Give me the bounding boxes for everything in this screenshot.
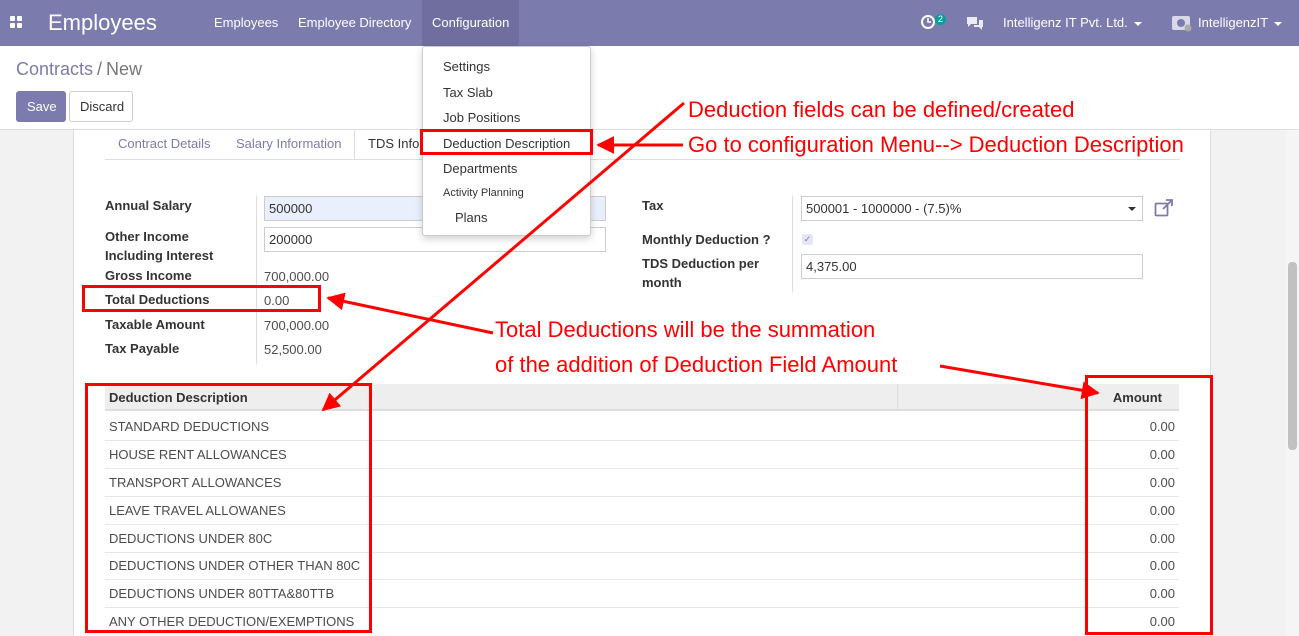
annotation-text-summation: Total Deductions will be the summation bbox=[495, 317, 876, 342]
annotation-text-goto-menu: Go to configuration Menu--> Deduction De… bbox=[688, 132, 1184, 157]
annotation-text-define: Deduction fields can be defined/created bbox=[688, 97, 1075, 122]
annotation-text-addition: of the addition of Deduction Field Amoun… bbox=[495, 352, 898, 377]
